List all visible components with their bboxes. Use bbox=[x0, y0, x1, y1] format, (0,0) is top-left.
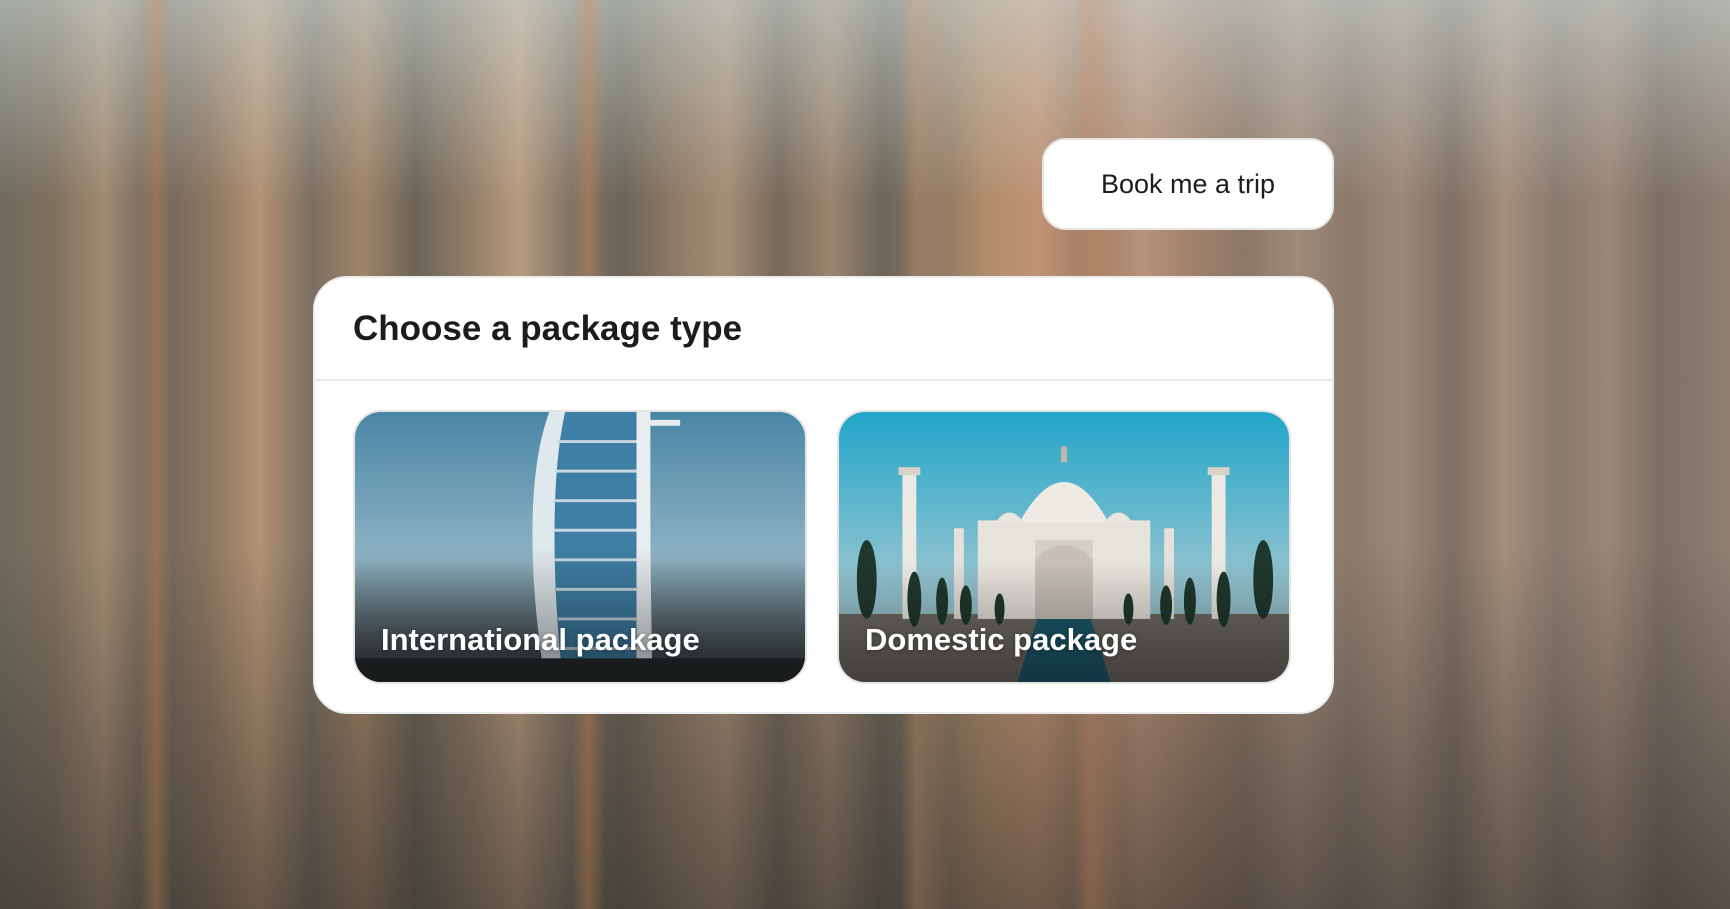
international-package-label: International package bbox=[381, 622, 700, 657]
package-type-card: Choose a package type International pack… bbox=[313, 276, 1334, 714]
card-header: Choose a package type bbox=[315, 278, 1332, 381]
domestic-package-option[interactable]: Domestic package bbox=[837, 410, 1291, 684]
card-title: Choose a package type bbox=[353, 308, 743, 348]
user-message-text: Book me a trip bbox=[1100, 168, 1276, 199]
user-message-bubble: Book me a trip bbox=[1042, 138, 1334, 230]
international-package-option[interactable]: International package bbox=[353, 410, 807, 684]
domestic-package-label: Domestic package bbox=[865, 622, 1138, 657]
package-options: International package Domestic package bbox=[315, 381, 1332, 684]
